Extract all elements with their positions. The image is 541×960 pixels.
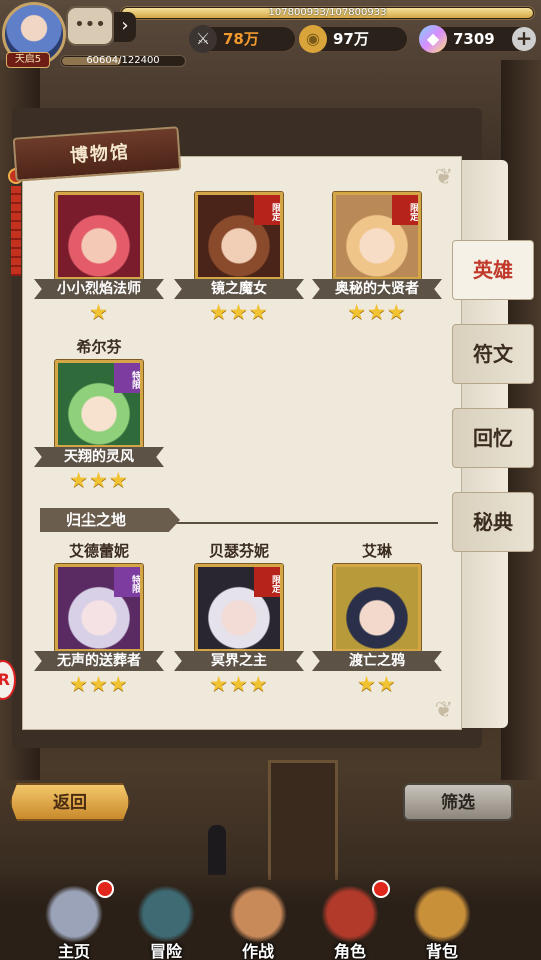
gold-display: ◉ 97万 [299,25,408,53]
limited-badge: 特限 [114,567,140,597]
nav-label: 角色 [333,942,366,960]
filter-button[interactable]: 筛选 [403,783,513,821]
portal-gate-icon [136,886,196,942]
star-rating: ★★★ [69,672,129,696]
xp-bar: 107800933/107800933 [120,6,535,20]
hero-card[interactable]: 希尔芬特限天翔的灵风 ★★★ [34,338,164,510]
divider-line [160,522,438,524]
add-gems-button[interactable]: + [512,27,536,51]
player-level-badge: 天启5 [6,52,50,68]
stamina-bar: 60604/122400 [60,55,186,67]
gold-coin-icon: ◉ [299,25,327,53]
power-value: 78万 [223,30,259,48]
chat-icon[interactable]: ••• [66,6,114,46]
angel-statue-icon [44,886,104,942]
nav-label: 主页 [57,942,90,960]
hero-portrait[interactable]: 限定 [333,192,421,280]
bottom-nav: 主页 冒险 作战 角色 背包 [0,872,541,960]
corner-ornament-icon: ❦ [434,165,453,190]
hero-card[interactable]: 限定镜之魔女 ★★★ [174,192,304,342]
hero-portrait[interactable] [55,192,143,280]
notification-dot [96,880,114,898]
hero-portrait[interactable]: 特限 [55,360,143,448]
star-rating: ★★★ [209,672,269,696]
notification-dot [372,880,390,898]
hero-name: 希尔芬 [76,338,122,356]
lion-mascot-icon [228,886,288,942]
hero-portrait[interactable] [333,564,421,652]
gem-value: 7309 [453,30,495,48]
hero-card[interactable]: 艾德蕾妮特限无声的送葬者 ★★★ [34,542,164,714]
limited-badge: 限定 [254,195,280,225]
nav-label: 作战 [241,942,274,960]
stamina-text: 60604/122400 [86,55,160,66]
hero-portrait[interactable]: 限定 [195,192,283,280]
hero-title-banner: 冥界之主 [174,651,304,671]
section-title: 归尘之地 [40,508,180,532]
power-display: ⚔ 78万 [189,25,296,53]
nav-label: 冒险 [149,942,182,960]
gold-value: 97万 [333,30,369,48]
nav-item-2[interactable]: 作战 [210,880,306,960]
limited-badge: 特限 [114,363,140,393]
background-door [268,760,338,880]
nav-item-0[interactable]: 主页 [26,880,122,960]
nav-item-1[interactable]: 冒险 [118,880,214,960]
hero-title-banner: 无声的送葬者 [34,651,164,671]
museum-title: 博物馆 [69,141,131,167]
tab-heroes[interactable]: 英雄 [452,240,534,300]
hero-card[interactable]: 限定奥秘的大贤者 ★★★ [312,192,442,342]
hero-portrait[interactable]: 限定 [195,564,283,652]
hero-title-banner: 镜之魔女 [174,279,304,299]
xp-text: 107800933/107800933 [268,7,387,18]
nav-item-4[interactable]: 背包 [394,880,490,960]
crossed-swords-icon: ⚔ [189,25,217,53]
top-bar: 107800933/107800933 天启5 60604/122400 •••… [0,0,541,70]
hero-title-banner: 天翔的灵风 [34,447,164,467]
star-rating: ★ [89,300,109,324]
back-button[interactable]: 返回 [10,783,130,821]
nav-item-3[interactable]: 角色 [302,880,398,960]
hero-name: 艾琳 [361,542,392,560]
hero-title-banner: 奥秘的大贤者 [312,279,442,299]
hero-card[interactable]: 贝瑟芬妮限定冥界之主 ★★★ [174,542,304,714]
hero-card[interactable]: 小小烈焰法师 ★ [34,192,164,342]
hero-title-banner: 渡亡之鸦 [312,651,442,671]
nav-label: 背包 [425,942,458,960]
tab-runes[interactable]: 符文 [452,324,534,384]
background-figure [208,825,226,875]
limited-badge: 限定 [254,567,280,597]
character-portrait-icon [320,886,380,942]
star-rating: ★★★ [347,300,407,324]
star-rating: ★★★ [69,468,129,492]
hero-card[interactable]: 艾琳渡亡之鸦 ★★ [312,542,442,714]
hero-portrait[interactable]: 特限 [55,564,143,652]
section-divider: 归尘之地 [40,508,440,532]
limited-badge: 限定 [392,195,418,225]
backpack-icon [412,886,472,942]
hero-name: 贝瑟芬妮 [208,542,269,560]
gem-icon: ◆ [419,25,447,53]
firecracker-string [11,186,21,276]
tab-codex[interactable]: 秘典 [452,492,534,552]
hero-name: 艾德蕾妮 [68,542,129,560]
tab-memories[interactable]: 回忆 [452,408,534,468]
chevron-right-icon[interactable]: › [114,12,136,42]
hero-title-banner: 小小烈焰法师 [34,279,164,299]
star-rating: ★★★ [209,300,269,324]
star-rating: ★★ [357,672,397,696]
